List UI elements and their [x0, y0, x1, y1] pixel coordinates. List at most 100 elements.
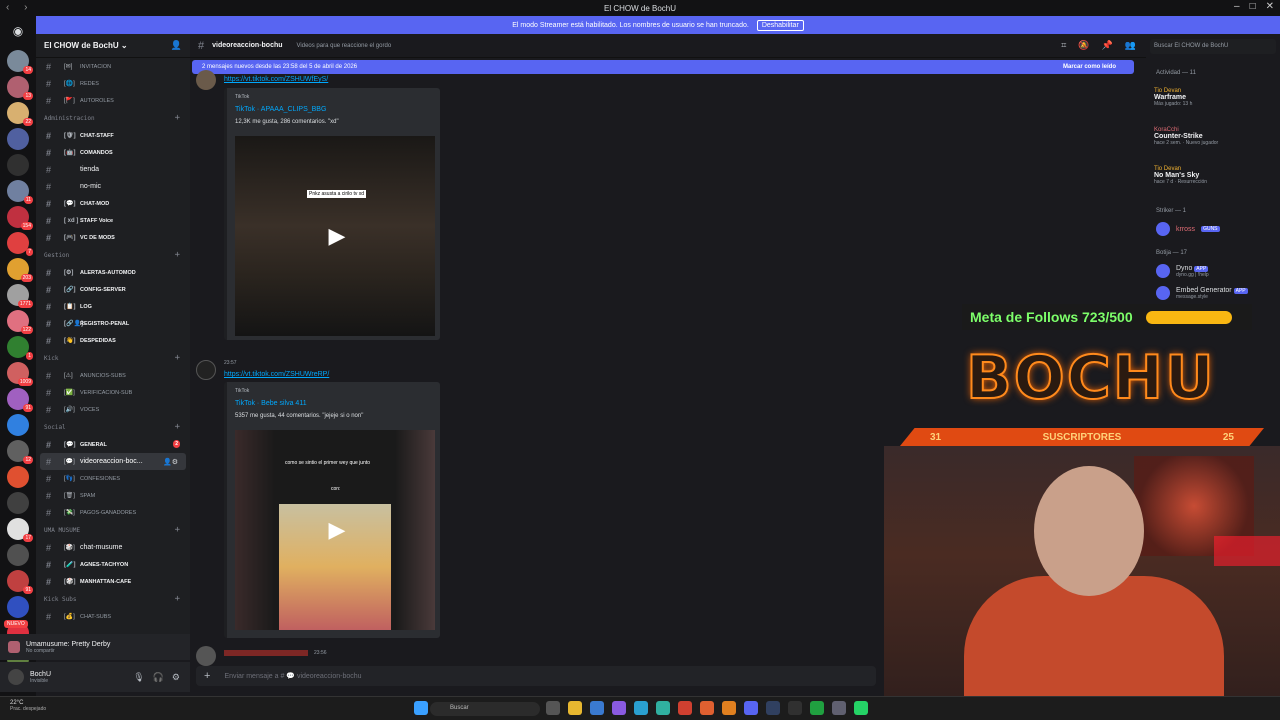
channel-category[interactable]: Kick Subs + — [36, 590, 190, 608]
server-icon[interactable]: 14 — [7, 50, 33, 74]
video-player[interactable]: Pnkz asusta a cirilo tv xd ▶ — [235, 136, 435, 336]
new-messages-bar[interactable]: 2 mensajes nuevos desde las 23:58 del 5 … — [192, 60, 1134, 74]
add-channel-icon[interactable]: + — [175, 113, 180, 123]
channel-category[interactable]: UMA MUSUME + — [36, 521, 190, 539]
search-input[interactable]: Buscar El CHOW de BochU — [1150, 39, 1276, 54]
windows-start-icon[interactable] — [414, 701, 428, 715]
steam-icon[interactable] — [766, 701, 780, 715]
channel-item[interactable]: # tienda — [36, 161, 190, 178]
message-link[interactable]: https://vt.tiktok.com/ZSHUWfEyS/ — [224, 76, 328, 83]
browser-icon[interactable] — [700, 701, 714, 715]
store-icon[interactable] — [590, 701, 604, 715]
server-icon[interactable] — [7, 544, 29, 566]
server-icon[interactable]: 91 — [7, 388, 33, 412]
server-icon[interactable] — [7, 414, 29, 436]
activity-item[interactable]: KoraCchi Counter-Strike hace 2 sem. · Nu… — [1154, 127, 1274, 146]
server-icon[interactable]: 91 — [7, 570, 33, 594]
channel-item[interactable]: # [🌐] REDES — [36, 75, 190, 92]
server-icon[interactable]: 1009 — [7, 362, 33, 386]
member-item[interactable]: Dyno APP dyno.gg | !help — [1156, 264, 1209, 278]
channel-item[interactable]: # no-mic — [36, 178, 190, 195]
taskbar-search[interactable]: Buscar — [430, 702, 540, 716]
voice-activity[interactable]: Umamusume: Pretty Derby No compartir — [0, 634, 190, 660]
server-icon[interactable] — [7, 492, 29, 514]
avatar[interactable] — [8, 669, 24, 685]
add-attachment-icon[interactable]: + — [204, 670, 210, 682]
channel-item[interactable]: # [💬] videoreaccion-boc... 👤⚙ — [40, 453, 186, 470]
server-icon[interactable] — [7, 466, 29, 488]
add-channel-icon[interactable]: + — [175, 353, 180, 363]
minimize-button[interactable]: – — [1234, 1, 1240, 12]
server-icon[interactable]: 11 — [7, 180, 33, 204]
channel-item[interactable]: # [⚙] ALERTAS-AUTOMOD — [36, 264, 190, 281]
channel-item[interactable]: # [🎮] VC DE MODS — [36, 229, 190, 246]
maximize-button[interactable]: □ — [1250, 1, 1256, 12]
invite-icon[interactable]: 👤 — [171, 40, 182, 51]
edge-beta-icon[interactable] — [656, 701, 670, 715]
channel-item[interactable]: # [⚠] ANUNCIOS-SUBS — [36, 367, 190, 384]
discord-icon[interactable] — [744, 701, 758, 715]
close-button[interactable]: ✕ — [1266, 1, 1274, 12]
add-channel-icon[interactable]: + — [175, 525, 180, 535]
activity-item[interactable]: Tio Devan Warframe Más jugado: 13 h — [1154, 88, 1274, 107]
server-icon[interactable]: 7 — [7, 232, 33, 256]
explorer-icon[interactable] — [568, 701, 582, 715]
channel-item[interactable]: # [🛡] CHAT-STAFF — [36, 127, 190, 144]
server-icon[interactable]: 122 — [7, 310, 33, 334]
member-item[interactable]: krross GUNS — [1156, 222, 1220, 236]
server-icon[interactable]: 13 — [7, 76, 33, 100]
channel-category[interactable]: Administracion + — [36, 109, 190, 127]
server-icon[interactable] — [7, 154, 29, 176]
nav-arrows[interactable]: ‹ › — [6, 2, 33, 13]
mark-read-button[interactable]: Marcar como leído — [1063, 64, 1116, 70]
disable-streamer-button[interactable]: Deshabilitar — [756, 19, 804, 31]
server-icon[interactable]: 12 — [7, 440, 33, 464]
video-player[interactable]: como se sintio el primer wey que junto c… — [235, 430, 435, 630]
channel-item[interactable]: # [💬] GENERAL 2 — [36, 436, 190, 453]
embed-title[interactable]: TikTok · APAAA_CLIPS_BBG — [235, 106, 432, 113]
server-icon[interactable]: 1771 — [7, 284, 33, 308]
server-icon[interactable]: 22 — [7, 102, 33, 126]
channel-item[interactable]: # [💸] PAGOS-GANADORES — [36, 504, 190, 521]
server-icon[interactable]: 17 — [7, 518, 33, 542]
channel-category[interactable]: Gestion + — [36, 246, 190, 264]
pin-icon[interactable]: 📌 — [1102, 40, 1113, 51]
channel-category[interactable]: Social + — [36, 418, 190, 436]
channel-item[interactable]: # [🗑] SPAM — [36, 487, 190, 504]
embed-title[interactable]: TikTok · Bebe silva 411 — [235, 400, 432, 407]
mute-icon[interactable]: 🔕 — [1078, 40, 1089, 51]
members-icon[interactable]: 👥 — [1125, 40, 1136, 51]
channel-item[interactable]: # [🔗] CONFIG-SERVER — [36, 281, 190, 298]
edge-icon[interactable] — [634, 701, 648, 715]
chrome-icon[interactable] — [678, 701, 692, 715]
add-channel-icon[interactable]: + — [175, 594, 180, 604]
add-channel-icon[interactable]: + — [175, 250, 180, 260]
add-channel-icon[interactable]: + — [175, 422, 180, 432]
server-icon[interactable]: 1 — [7, 336, 33, 360]
guild-header[interactable]: El CHOW de BochU ⌄ 👤 — [36, 34, 190, 58]
weather-widget[interactable]: 22°C Prac. despejado — [10, 700, 46, 712]
channel-item[interactable]: # [🔊] VOCES — [36, 401, 190, 418]
play-icon[interactable]: ▶ — [323, 222, 351, 250]
channel-item[interactable]: # [ xd ] STAFF Voice — [36, 212, 190, 229]
play-icon[interactable]: ▶ — [323, 516, 351, 544]
headphones-icon[interactable]: 🎧 — [153, 672, 164, 683]
server-icon[interactable]: 203 — [7, 258, 33, 282]
channel-item[interactable]: # [📋] LOG — [36, 298, 190, 315]
channel-item[interactable]: # [✉] INVITACION — [36, 58, 190, 75]
gear-icon[interactable]: ⚙ — [172, 672, 180, 683]
whatsapp-icon[interactable] — [854, 701, 868, 715]
copilot-icon[interactable] — [612, 701, 626, 715]
spreadsheet-icon[interactable] — [810, 701, 824, 715]
channel-item[interactable]: # [👣] CONFESIONES — [36, 470, 190, 487]
channel-item[interactable]: # [🎲] chat-musume — [36, 539, 190, 556]
discord-home-icon[interactable]: ◉ — [7, 20, 29, 42]
server-icon[interactable] — [7, 596, 29, 618]
channel-item[interactable]: # [🧪] AGNES-TACHYON — [36, 556, 190, 573]
channel-item[interactable]: # [✅] VERIFICACION-SUB — [36, 384, 190, 401]
message-link[interactable]: https://vt.tiktok.com/ZSHUWreRP/ — [224, 371, 329, 378]
app-icon[interactable] — [832, 701, 846, 715]
channel-item[interactable]: # [👋] DESPEDIDAS — [36, 332, 190, 349]
threads-icon[interactable]: ⌗ — [1061, 40, 1066, 51]
channel-item[interactable]: # [💬] CHAT-MOD — [36, 195, 190, 212]
